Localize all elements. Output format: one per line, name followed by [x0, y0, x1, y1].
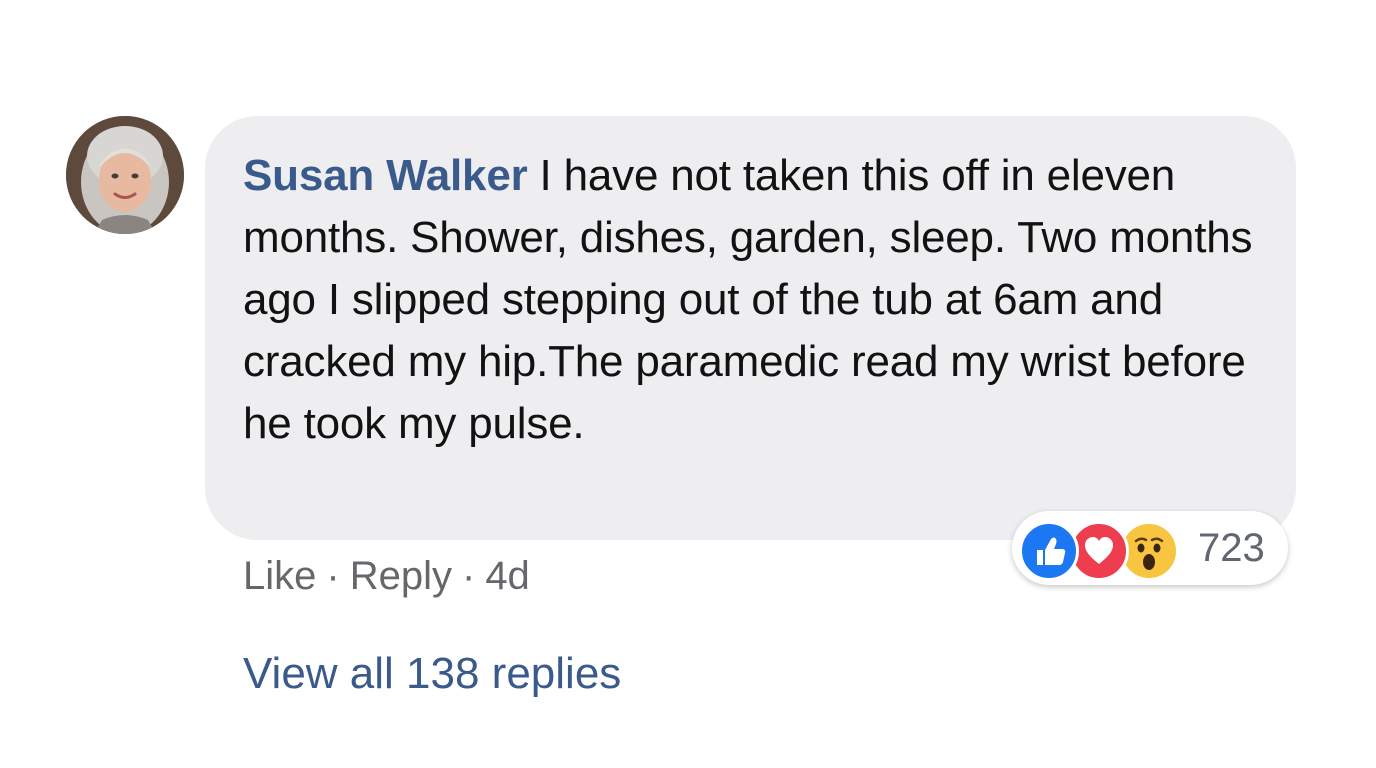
comment-actions: Like · Reply · 4d: [243, 553, 530, 599]
avatar[interactable]: [66, 116, 184, 234]
separator-dot: ·: [461, 554, 476, 598]
timestamp[interactable]: 4d: [485, 554, 530, 598]
separator-dot: ·: [326, 554, 340, 598]
reaction-count: 723: [1198, 526, 1265, 570]
reply-button[interactable]: Reply: [350, 554, 452, 598]
view-all-replies-link[interactable]: View all 138 replies: [243, 648, 621, 700]
thumbs-up-icon: [1019, 521, 1079, 581]
reactions-summary[interactable]: 723: [1012, 511, 1288, 585]
like-button[interactable]: Like: [243, 554, 316, 598]
comment-thread: Susan Walker I have not taken this off i…: [0, 0, 1376, 768]
comment-bubble: Susan Walker I have not taken this off i…: [205, 116, 1296, 540]
comment-body: Susan Walker I have not taken this off i…: [243, 145, 1266, 455]
profile-photo-icon: [66, 116, 184, 234]
comment-author-link[interactable]: Susan Walker: [243, 151, 528, 200]
